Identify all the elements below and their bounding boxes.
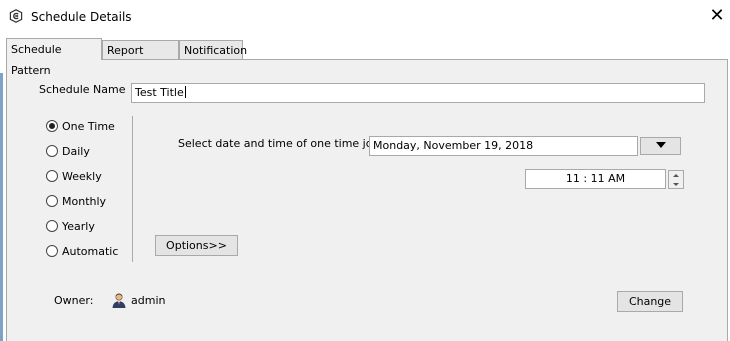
text-caret (184, 86, 186, 98)
radio-label: Yearly (62, 219, 95, 233)
radio-button[interactable] (46, 220, 58, 232)
radio-one-time[interactable]: One Time (46, 118, 115, 134)
date-field[interactable]: Monday, November 19, 2018 (369, 136, 638, 156)
radio-label: Automatic (62, 244, 119, 258)
time-field[interactable]: 11 : 11 AM (525, 169, 666, 189)
app-shield-icon (9, 9, 23, 23)
radio-weekly[interactable]: Weekly (46, 168, 102, 184)
radio-monthly[interactable]: Monthly (46, 193, 106, 209)
radio-yearly[interactable]: Yearly (46, 218, 95, 234)
background-window-edge (0, 73, 3, 341)
change-owner-button[interactable]: Change (617, 291, 683, 312)
radio-button[interactable] (46, 170, 58, 182)
radio-automatic[interactable]: Automatic (46, 243, 118, 259)
date-prompt-label: Select date and time of one time job (178, 137, 380, 150)
tab-notification[interactable]: Notification (179, 40, 247, 59)
window-title: Schedule Details (31, 10, 132, 24)
time-spinner[interactable] (668, 170, 684, 189)
tab-report-details[interactable]: Report Details (102, 40, 179, 76)
spinner-up-icon[interactable] (669, 171, 683, 179)
radio-label: Weekly (62, 169, 102, 183)
radio-label: Daily (62, 144, 90, 158)
radio-label: Monthly (62, 194, 107, 208)
owner-value: admin (131, 294, 166, 307)
tab-schedule-pattern[interactable]: Schedule Pattern (6, 38, 102, 77)
schedule-name-label: Schedule Name (39, 83, 126, 96)
chevron-down-icon (655, 142, 666, 148)
options-button[interactable]: Options>> (155, 235, 238, 256)
title-bar: Schedule Details ✕ (0, 0, 730, 34)
radio-button[interactable] (46, 120, 58, 132)
spinner-down-icon[interactable] (669, 180, 683, 188)
section-divider (132, 116, 133, 262)
radio-button[interactable] (46, 245, 58, 257)
radio-daily[interactable]: Daily (46, 143, 90, 159)
owner-label: Owner: (54, 294, 94, 307)
radio-button[interactable] (46, 195, 58, 207)
date-dropdown-button[interactable] (640, 137, 681, 155)
radio-label: One Time (62, 119, 115, 133)
schedule-name-input[interactable]: Test Title (131, 83, 705, 103)
schedule-name-value: Test Title (135, 86, 184, 99)
close-icon[interactable]: ✕ (706, 5, 728, 27)
user-icon (112, 293, 126, 308)
radio-button[interactable] (46, 145, 58, 157)
